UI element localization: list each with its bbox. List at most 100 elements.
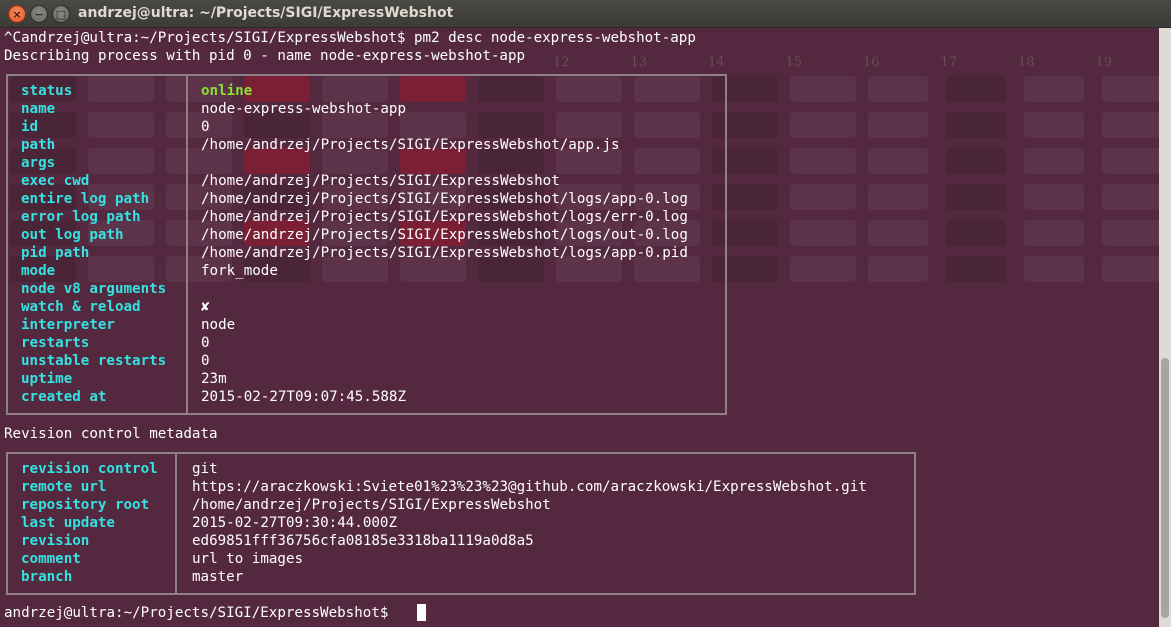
process-key: interpreter [21,317,115,333]
calendar-day-number: 13 [630,55,648,70]
calendar-cell [1024,184,1084,210]
process-key: restarts [21,335,90,351]
calendar-cell [946,76,1006,102]
terminal-window: × − □ andrzej@ultra: ~/Projects/SIGI/Exp… [0,0,1171,627]
calendar-cell [1024,256,1084,282]
scrollbar-thumb[interactable] [1161,358,1169,618]
calendar-cell [946,220,1006,246]
process-key: name [21,101,56,117]
title-bar[interactable]: × − □ andrzej@ultra: ~/Projects/SIGI/Exp… [0,0,1171,28]
process-value: online [201,83,253,99]
process-value: node [201,317,236,333]
process-value: ✘ [201,299,210,315]
process-key: watch & reload [21,299,141,315]
calendar-cell [1024,148,1084,174]
revision-value: url to images [192,551,304,567]
process-value: /home/andrzej/Projects/SIGI/ExpressWebsh… [201,191,688,207]
revision-value: git [192,461,218,477]
close-button[interactable]: × [8,5,26,23]
calendar-day-number: 14 [708,55,725,70]
describing-line: Describing process with pid 0 - name nod… [4,48,526,64]
process-key: node v8 arguments [21,281,167,297]
revision-heading: Revision control metadata [4,426,218,442]
process-key: created at [21,389,107,405]
process-key: out log path [21,227,124,243]
terminal-output[interactable]: 12 13 14 15 16 17 18 19 ^Candrzej@ultra:~/Proje… [0,28,1159,627]
table-divider [186,76,188,413]
revision-value: https://araczkowski:Sviete01%23%23%23@gi… [192,479,867,495]
revision-key: last update [21,515,115,531]
command-line: ^Candrzej@ultra:~/Projects/SIGI/ExpressW… [4,30,696,46]
calendar-cell [868,184,928,210]
calendar-cell [790,256,856,282]
process-value: 0 [201,335,210,351]
process-key: unstable restarts [21,353,167,369]
revision-key: repository root [21,497,150,513]
calendar-cell [946,112,1006,138]
revision-value: 2015-02-27T09:30:44.000Z [192,515,397,531]
process-value: 0 [201,353,210,369]
calendar-cell [868,220,928,246]
revision-key: remote url [21,479,107,495]
calendar-day-number: 16 [863,55,880,70]
minimize-button[interactable]: − [30,5,48,23]
process-key: args [21,155,56,171]
calendar-cell [868,112,928,138]
calendar-cell [790,112,856,138]
calendar-cell [790,184,856,210]
process-key: status [21,83,73,99]
process-value: 23m [201,371,227,387]
calendar-cell [868,148,928,174]
process-key: exec cwd [21,173,90,189]
process-value: node-express-webshot-app [201,101,406,117]
process-key: id [21,119,39,135]
calendar-cell [1024,112,1084,138]
process-value: /home/andrzej/Projects/SIGI/ExpressWebsh… [201,209,688,225]
calendar-cell [790,76,856,102]
maximize-button[interactable]: □ [52,5,70,23]
revision-key: comment [21,551,81,567]
shell-prompt: andrzej@ultra:~/Projects/SIGI/ExpressWeb… [4,605,397,621]
calendar-cell [1102,220,1159,246]
calendar-cell [946,256,1006,282]
revision-value: ed69851fff36756cfa08185e3318ba1119a0d8a5 [192,533,534,549]
process-value: /home/andrzej/Projects/SIGI/ExpressWebsh… [201,137,620,153]
calendar-cell [1102,256,1159,282]
calendar-day-number: 12 [553,55,570,70]
calendar-cell [1102,76,1159,102]
calendar-cell [790,148,856,174]
calendar-cell [1102,184,1159,210]
calendar-day-number: 18 [1018,55,1035,70]
process-key: pid path [21,245,90,261]
process-value: 2015-02-27T09:07:45.588Z [201,389,406,405]
revision-key: revision [21,533,90,549]
calendar-cell [868,256,928,282]
revision-key: revision control [21,461,158,477]
calendar-cell [868,76,928,102]
calendar-day-number: 15 [785,55,803,70]
revision-key: branch [21,569,73,585]
revision-value: master [192,569,244,585]
process-key: mode [21,263,56,279]
process-key: uptime [21,371,73,387]
text-cursor [417,604,426,621]
calendar-day-number: 17 [940,55,958,70]
scrollbar[interactable] [1159,28,1171,627]
process-key: path [21,137,56,153]
calendar-cell [1102,112,1159,138]
calendar-cell [1024,76,1084,102]
process-value: /home/andrzej/Projects/SIGI/ExpressWebsh… [201,227,688,243]
table-divider [175,454,177,593]
process-value: 0 [201,119,210,135]
calendar-cell [790,220,856,246]
process-value: /home/andrzej/Projects/SIGI/ExpressWebsh… [201,173,560,189]
calendar-cell [946,184,1006,210]
revision-value: /home/andrzej/Projects/SIGI/ExpressWebsh… [192,497,551,513]
calendar-cell [946,148,1006,174]
window-title: andrzej@ultra: ~/Projects/SIGI/ExpressWe… [78,5,454,21]
process-value: /home/andrzej/Projects/SIGI/ExpressWebsh… [201,245,688,261]
calendar-day-number: 19 [1095,55,1113,70]
calendar-cell [1024,220,1084,246]
process-value: fork_mode [201,263,278,279]
calendar-cell [1102,148,1159,174]
